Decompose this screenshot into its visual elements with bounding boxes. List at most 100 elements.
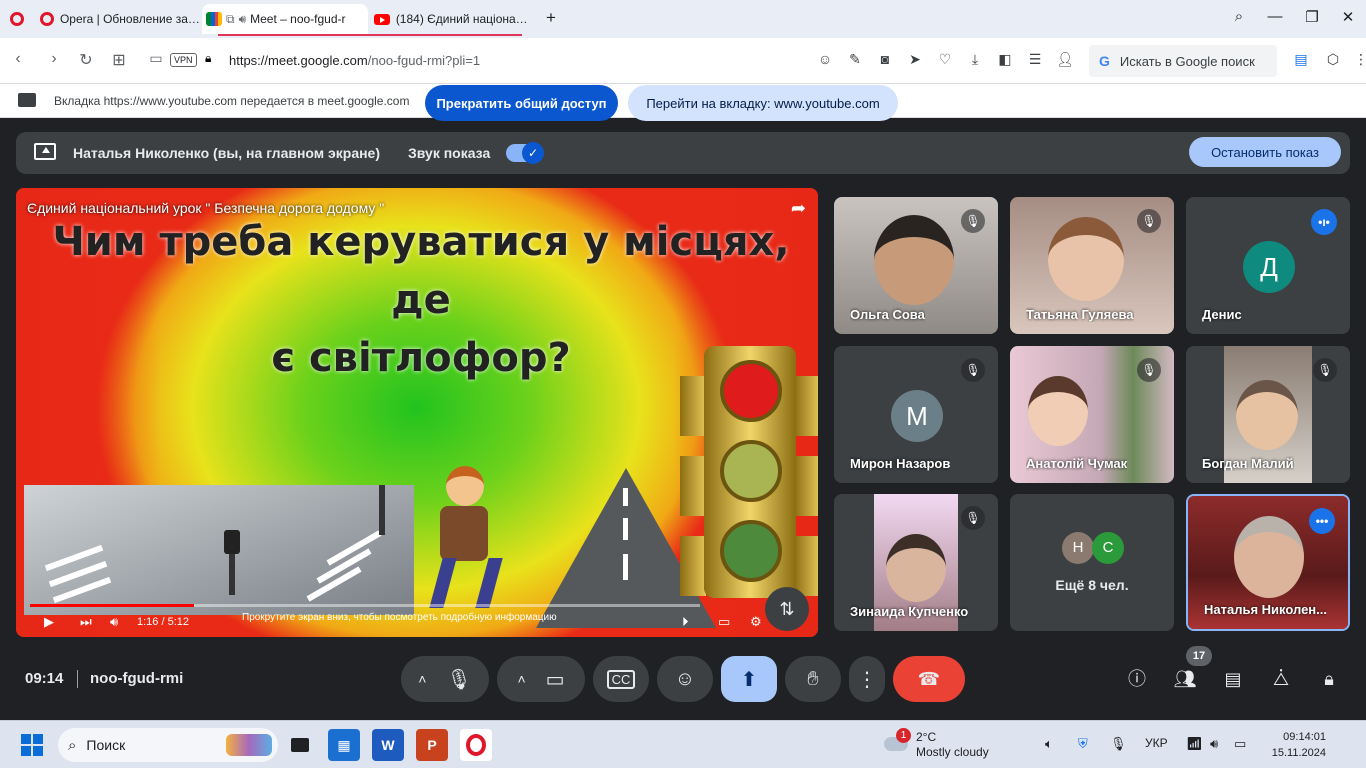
camera-icon[interactable]: ▭ xyxy=(546,667,565,692)
camera-icon[interactable]: ◙ xyxy=(876,51,894,67)
word-icon[interactable]: W xyxy=(372,729,404,761)
participant-name: Зинаида Купченко xyxy=(850,604,969,619)
sidebar-icon[interactable]: ▤ xyxy=(1292,51,1310,68)
self-participant-tile[interactable]: ••• Наталья Николен... xyxy=(1186,494,1350,631)
search-tabs-icon[interactable]: ⌕ xyxy=(1228,8,1250,25)
profile-icon[interactable]: 👤︎ xyxy=(1056,51,1074,68)
restore-icon[interactable]: ❐ xyxy=(1301,8,1323,26)
input-language[interactable]: УКР xyxy=(1145,736,1168,750)
speaker-icon[interactable]: 🔊︎ xyxy=(239,12,247,27)
present-button[interactable]: ⬆ xyxy=(721,656,777,702)
share-sound-toggle[interactable]: ✓ xyxy=(506,142,544,164)
people-icon[interactable]: 👥︎ xyxy=(1172,666,1198,692)
more-participants-tile[interactable]: Н С Ещё 8 чел. xyxy=(1010,494,1174,631)
camera-options-chevron-icon[interactable]: ˄ xyxy=(517,671,525,687)
chat-icon[interactable]: ▤ xyxy=(1220,666,1246,692)
presenter-name: Наталья Николенко (вы, на главном экране… xyxy=(73,145,381,161)
swap-layout-icon[interactable]: ⇅ xyxy=(765,587,809,631)
screen-share-icon xyxy=(18,93,36,107)
settings-gear-icon[interactable]: ⚙ xyxy=(750,614,762,630)
defender-icon[interactable]: ⛨ xyxy=(1078,736,1088,752)
taskbar-search[interactable]: ⌕ Поиск xyxy=(58,728,278,762)
leave-call-button[interactable]: ☎ xyxy=(893,656,965,702)
clock-time: 09:14:01 xyxy=(1283,731,1326,743)
opera-taskbar-icon[interactable] xyxy=(460,729,492,761)
task-view-icon[interactable] xyxy=(284,729,316,761)
extensions-icon[interactable]: ⬡ xyxy=(1324,51,1342,68)
participant-tile[interactable]: 🎙︎ Ольга Сова xyxy=(834,197,998,334)
lock-icon[interactable]: 🔒︎ xyxy=(205,51,211,66)
autoplay-toggle-icon[interactable]: ⏵ xyxy=(682,614,689,630)
mic-off-icon: 🎙︎ xyxy=(961,209,985,233)
minimize-icon[interactable]: — xyxy=(1264,8,1286,25)
heart-icon[interactable]: ♡ xyxy=(936,51,954,68)
participant-tile[interactable]: 🎙︎ Анатолій Чумак xyxy=(1010,346,1174,483)
mic-off-icon: 🎙︎ xyxy=(1137,209,1161,233)
mic-off-icon: 🎙︎ xyxy=(1137,358,1161,382)
participant-tile[interactable]: 🎙︎ Татьяна Гуляева xyxy=(1010,197,1174,334)
more-options-button[interactable]: ⋮ xyxy=(849,656,885,702)
close-icon[interactable]: ✕ xyxy=(1337,8,1359,26)
volume-tray-icon[interactable]: 🔊︎ xyxy=(1210,736,1218,752)
meeting-info-icon[interactable]: ⓘ xyxy=(1124,666,1150,692)
powerpoint-icon[interactable]: P xyxy=(416,729,448,761)
weather-widget[interactable]: 1 2°C Mostly cloudy xyxy=(884,728,1004,762)
back-icon[interactable]: ‹ xyxy=(8,50,28,68)
shared-video[interactable]: Єдиний національний урок " Безпечна доро… xyxy=(16,188,818,637)
subtitles-icon[interactable]: ▭ xyxy=(718,614,730,630)
tab-title: Meet – noo-fgud-r xyxy=(250,12,346,26)
participant-tile[interactable]: М 🎙︎ Мирон Назаров xyxy=(834,346,998,483)
picture-in-picture-icon[interactable]: ⧉ xyxy=(226,12,235,27)
microphone-icon[interactable]: 🎙︎ xyxy=(446,667,471,692)
wifi-icon[interactable]: 📶︎ xyxy=(1186,736,1203,752)
next-icon[interactable]: ⏭ xyxy=(80,614,92,630)
download-icon[interactable]: ⤓ xyxy=(966,51,984,68)
presentation-bar: Наталья Николенко (вы, на главном экране… xyxy=(16,132,1350,174)
mic-options-chevron-icon[interactable]: ˄ xyxy=(418,671,426,687)
opera-menu-icon[interactable] xyxy=(10,12,24,26)
more-options-icon[interactable]: ••• xyxy=(1309,508,1335,534)
google-search-box[interactable]: G Искать в Google поиск xyxy=(1089,45,1277,77)
stop-sharing-button[interactable]: Прекратить общий доступ xyxy=(425,85,618,121)
emoji-icon[interactable]: ☺ xyxy=(816,51,834,67)
mic-off-icon: 🎙︎ xyxy=(1313,358,1337,382)
windows-start-icon[interactable] xyxy=(21,734,43,756)
tab-meet[interactable]: ⧉ 🔊︎ Meet – noo-fgud-r xyxy=(202,4,368,34)
vpn-badge[interactable]: VPN xyxy=(170,53,197,67)
stop-presenting-button[interactable]: Остановить показ xyxy=(1189,137,1341,167)
url-path: /noo-fgud-rmi?pli=1 xyxy=(367,53,481,68)
menu-icon[interactable]: ⋮ xyxy=(1352,51,1366,68)
forward-icon[interactable]: › xyxy=(44,50,64,68)
send-icon[interactable]: ➤ xyxy=(906,51,924,68)
activities-icon[interactable]: ⧊ xyxy=(1268,666,1294,692)
participant-tile[interactable]: Д •ı• Денис xyxy=(1186,197,1350,334)
grid-icon[interactable]: ⊞ xyxy=(109,50,129,70)
captions-button[interactable]: CC xyxy=(593,656,649,702)
play-icon[interactable]: ▶ xyxy=(44,614,54,630)
url-field[interactable]: https://meet.google.com/noo-fgud-rmi?pli… xyxy=(229,53,480,68)
avatar: Н xyxy=(1062,532,1094,564)
participant-name: Богдан Малий xyxy=(1202,456,1294,471)
microsoft-store-icon[interactable]: ▦ xyxy=(328,729,360,761)
host-controls-icon[interactable]: 🔒︎ xyxy=(1316,666,1342,692)
emoji-button[interactable]: ☺ xyxy=(657,656,713,702)
system-clock[interactable]: 09:14:01 15.11.2024 xyxy=(1264,729,1326,761)
tab-youtube[interactable]: (184) Єдиний національн xyxy=(370,4,534,34)
battery-saver-icon[interactable]: ◧ xyxy=(996,51,1014,68)
speaker-muted-icon[interactable]: 🔈︎ xyxy=(1045,736,1053,752)
volume-icon[interactable]: 🔊︎ xyxy=(110,614,118,630)
address-bar-row: ‹ › ↻ ⊞ ▭ VPN 🔒︎ https://meet.google.com… xyxy=(0,38,1366,84)
raise-hand-button[interactable]: ✋︎ xyxy=(785,656,841,702)
tab-opera-update[interactable]: Opera | Обновление заве xyxy=(34,4,200,34)
microphone-tray-icon[interactable]: 🎙︎ xyxy=(1110,736,1127,752)
participant-tile[interactable]: 🎙︎ Зинаида Купченко xyxy=(834,494,998,631)
new-tab-plus-icon[interactable]: + xyxy=(546,8,556,28)
go-to-tab-button[interactable]: Перейти на вкладку: www.youtube.com xyxy=(628,85,898,121)
easy-setup-icon[interactable]: ☰ xyxy=(1026,51,1044,68)
camera-tab-icon[interactable]: ▭ xyxy=(146,50,166,67)
edit-icon[interactable]: ✎ xyxy=(846,51,864,68)
browser-tab-strip: Opera | Обновление заве ⧉ 🔊︎ Meet – noo-… xyxy=(0,0,1366,38)
participant-tile[interactable]: 🎙︎ Богдан Малий xyxy=(1186,346,1350,483)
reload-icon[interactable]: ↻ xyxy=(76,50,96,70)
battery-icon[interactable]: ▭ xyxy=(1234,736,1246,752)
